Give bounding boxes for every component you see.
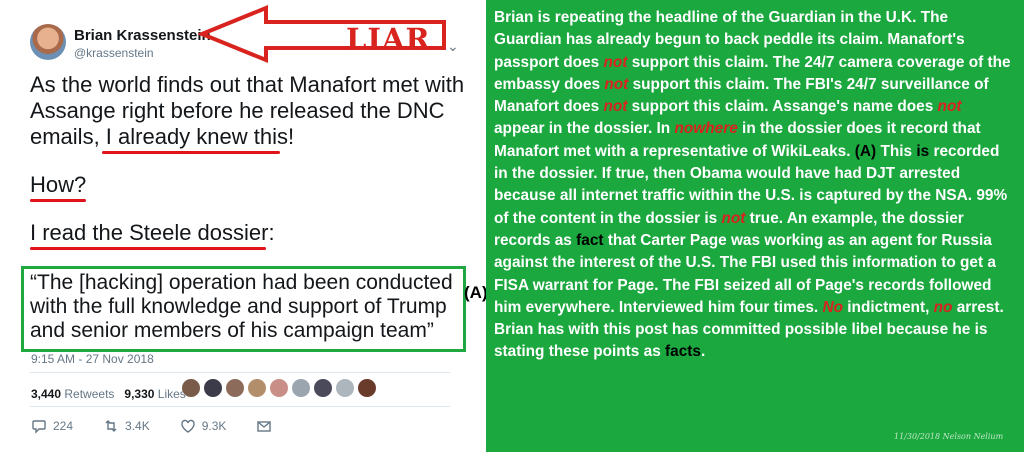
emphasis-not: not: [603, 98, 628, 116]
emphasis-no: No: [822, 298, 843, 316]
chevron-down-icon[interactable]: ⌄: [447, 38, 459, 55]
tweet-body-line-1: As the world finds out that Manafort met…: [30, 72, 465, 97]
highlighted-claim: I already knew this!: [105, 124, 295, 149]
tweet-body-line-3: emails, I already knew this!: [30, 124, 295, 149]
signature: 11/30/2018 Nelson Nelium: [894, 432, 1004, 441]
avatar[interactable]: [270, 379, 288, 397]
retweet-button[interactable]: 3.4K: [103, 418, 150, 434]
read-underline: [30, 247, 266, 250]
author-name[interactable]: Brian Krassenstein: [74, 27, 211, 44]
commentary-panel: Brian is repeating the headline of the G…: [486, 0, 1024, 452]
avatar[interactable]: [248, 379, 266, 397]
tweet-body-line-2: Assange right before he released the DNC: [30, 98, 445, 123]
claim-underline: [102, 151, 280, 154]
tweet-actions: 224 3.4K 9.3K: [31, 418, 272, 434]
avatar[interactable]: [358, 379, 376, 397]
author-handle[interactable]: @krassenstein: [74, 46, 154, 60]
direct-message-button[interactable]: [256, 418, 272, 434]
engagement-stats: 3,440 Retweets 9,330 Likes: [31, 387, 186, 401]
tweet-how: How?: [30, 172, 87, 197]
retweets-label[interactable]: Retweets: [64, 387, 114, 401]
like-button[interactable]: 9.3K: [180, 418, 227, 434]
avatar[interactable]: [314, 379, 332, 397]
retweet-icon: [105, 420, 117, 432]
dossier-quote: “The [hacking] operation had been conduc…: [30, 271, 453, 342]
divider: [30, 372, 450, 373]
emphasis-fact: fact: [576, 231, 604, 249]
how-underline: [30, 199, 86, 202]
emphasis-facts: facts: [665, 343, 701, 361]
avatar[interactable]: [292, 379, 310, 397]
emphasis-not: not: [721, 209, 746, 227]
tweet-read-dossier: I read the Steele dossier:: [30, 220, 275, 245]
tweet-timestamp[interactable]: 9:15 AM - 27 Nov 2018: [31, 352, 154, 366]
avatar[interactable]: [30, 24, 66, 60]
retweets-count[interactable]: 3,440: [31, 387, 61, 401]
reply-count: 224: [53, 419, 74, 433]
heart-icon: [181, 419, 195, 433]
tweet-card: Brian Krassenstein @krassenstein ⌄ LIAR …: [0, 0, 488, 452]
avatar[interactable]: [182, 379, 200, 397]
likes-count[interactable]: 9,330: [124, 387, 154, 401]
avatar[interactable]: [204, 379, 222, 397]
commentary-text: Brian is repeating the headline of the G…: [494, 9, 1011, 361]
emphasis-not: not: [603, 53, 628, 71]
reply-icon: [32, 420, 46, 434]
avatar[interactable]: [226, 379, 244, 397]
liar-label: LIAR: [346, 22, 431, 56]
retweet-count: 3.4K: [125, 419, 150, 433]
emphasis-is: is: [916, 142, 930, 160]
emphasis-no: no: [933, 298, 953, 316]
emphasis-not: not: [937, 98, 962, 116]
emphasis-nowhere: nowhere: [674, 120, 738, 138]
emphasis-not: not: [604, 75, 629, 93]
marker-a: (A): [464, 283, 488, 302]
marker-a-reference: (A): [854, 142, 877, 160]
envelope-icon: [257, 421, 272, 432]
liker-avatars: [182, 379, 376, 397]
like-count: 9.3K: [201, 419, 227, 433]
reply-button[interactable]: 224: [31, 418, 73, 434]
avatar[interactable]: [336, 379, 354, 397]
divider: [30, 406, 450, 407]
